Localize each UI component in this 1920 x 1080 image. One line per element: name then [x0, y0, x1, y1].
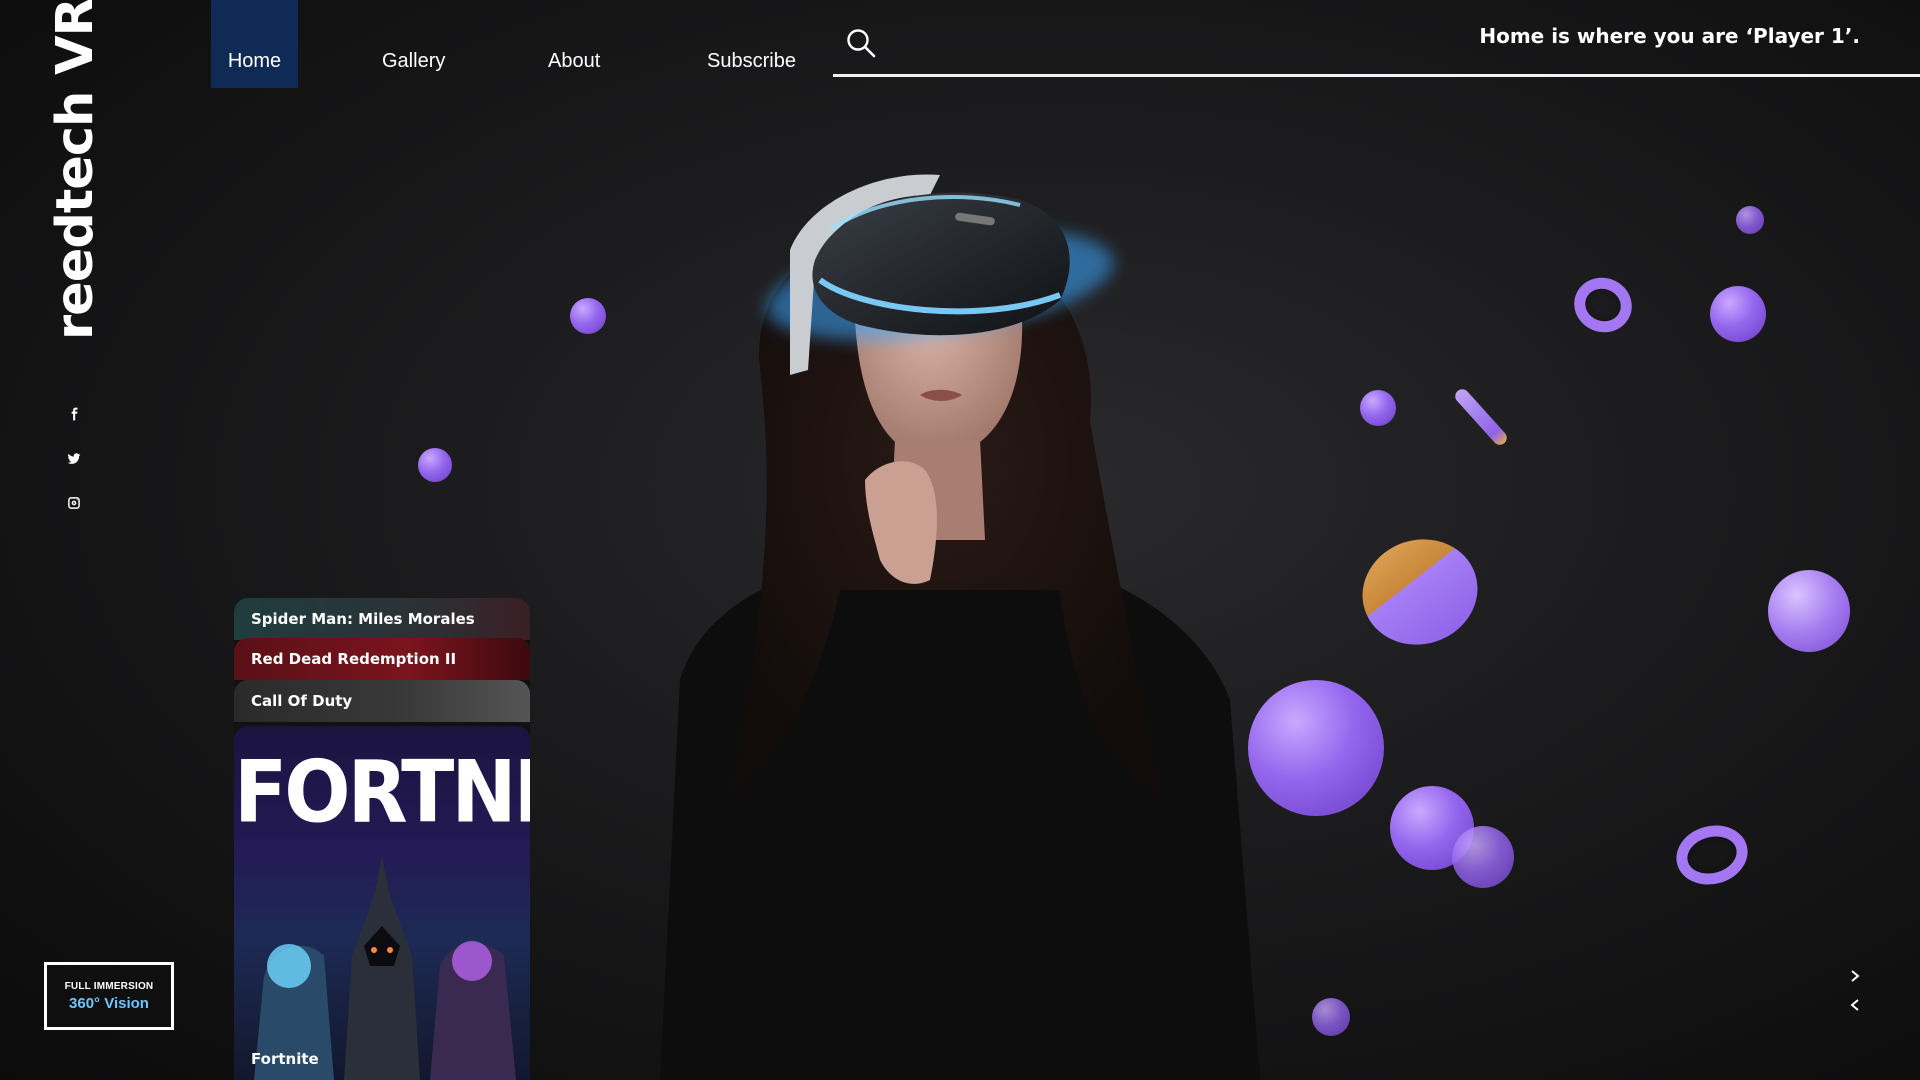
sphere-decor	[570, 298, 606, 334]
full-immersion-badge: FULL IMMERSION 360° Vision	[44, 962, 174, 1030]
game-item-spider-man[interactable]: Spider Man: Miles Morales	[234, 598, 530, 640]
chevron-right-icon[interactable]	[1848, 969, 1862, 983]
games-list: Spider Man: Miles Morales Red Dead Redem…	[234, 598, 530, 1080]
sphere-decor	[1710, 286, 1766, 342]
facebook-icon[interactable]	[66, 406, 82, 422]
twitter-icon[interactable]	[66, 451, 82, 467]
half-sphere-decor	[1348, 524, 1492, 660]
brand-name: reedtech VR	[46, 0, 105, 340]
game-item-red-dead[interactable]: Red Dead Redemption II	[234, 638, 530, 680]
game-label: Fortnite	[251, 1050, 319, 1068]
tagline: Home is where you are ‘Player 1’.	[1479, 24, 1860, 48]
nav-about[interactable]: About	[548, 0, 600, 88]
game-label: Call Of Duty	[251, 692, 353, 710]
badge-top-text: FULL IMMERSION	[64, 980, 154, 992]
hero-vr-woman-image	[660, 174, 1260, 1080]
badge-main-text: 360° Vision	[69, 994, 149, 1012]
ring-decor	[1566, 269, 1640, 341]
ring-decor	[1669, 817, 1755, 893]
game-item-call-of-duty[interactable]: Call Of Duty	[234, 680, 530, 722]
nav-gallery[interactable]: Gallery	[382, 0, 445, 88]
capsule-decor	[1452, 386, 1510, 448]
sphere-decor	[1736, 206, 1764, 234]
chevron-left-icon[interactable]	[1848, 998, 1862, 1012]
sphere-decor	[418, 448, 452, 482]
sphere-decor	[1768, 570, 1850, 652]
sphere-decor	[1360, 390, 1396, 426]
game-item-fortnite[interactable]: FORTNITE Fortnite	[234, 726, 530, 1080]
sphere-decor	[1452, 826, 1514, 888]
nav-home[interactable]: Home	[211, 0, 298, 88]
search-icon[interactable]	[846, 28, 876, 58]
nav-subscribe[interactable]: Subscribe	[707, 0, 796, 88]
search-input[interactable]	[833, 74, 1920, 77]
sphere-decor	[1248, 680, 1384, 816]
game-label: Spider Man: Miles Morales	[251, 610, 475, 628]
sphere-decor	[1312, 998, 1350, 1036]
instagram-icon[interactable]	[66, 495, 82, 511]
game-label: Red Dead Redemption II	[251, 650, 457, 668]
fortnite-artwork	[254, 856, 516, 1080]
